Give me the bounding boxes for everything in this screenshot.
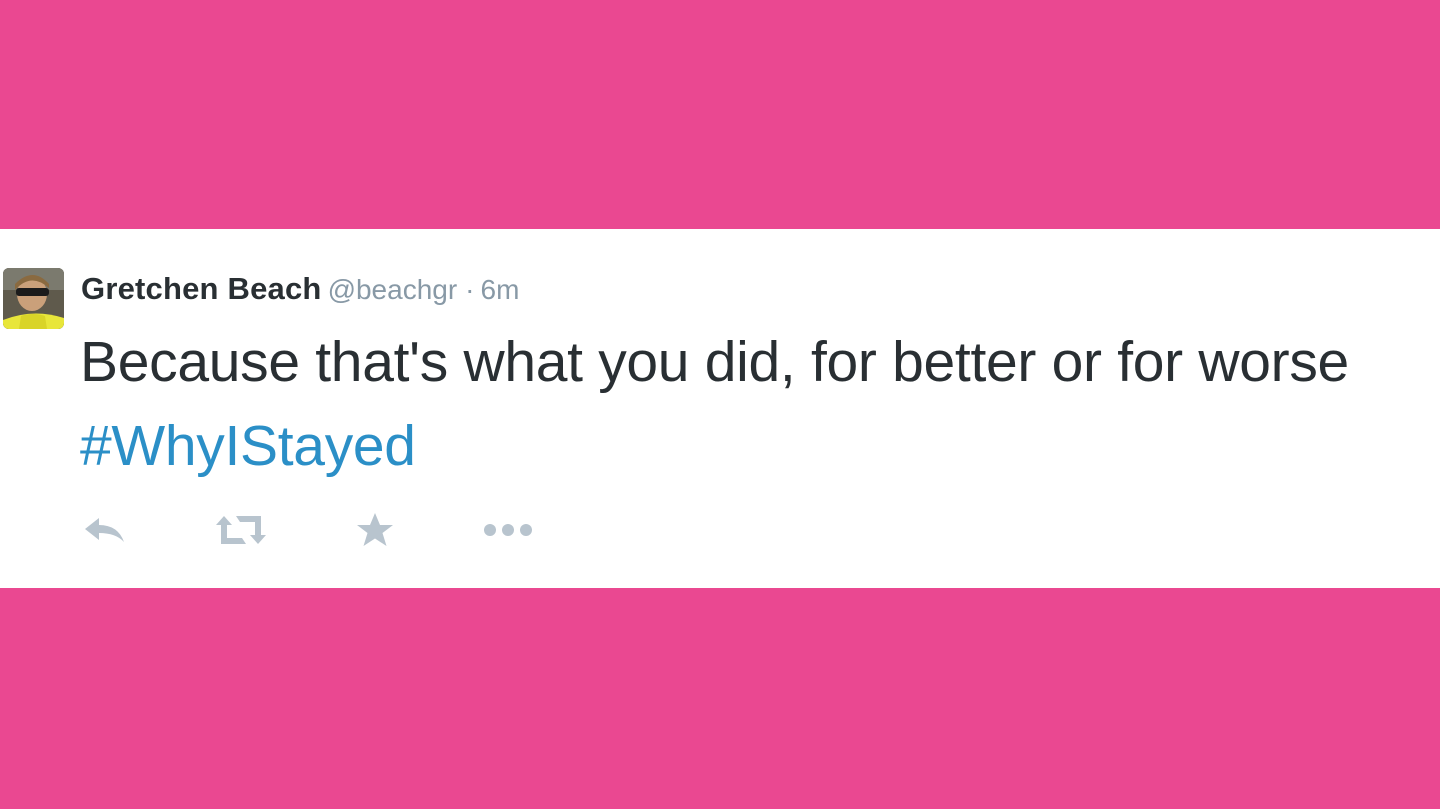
avatar-photo [3,268,64,329]
user-avatar[interactable] [3,268,64,329]
author-name[interactable]: Gretchen Beach [81,271,322,306]
reply-icon [85,518,124,542]
hashtag-link[interactable]: #WhyIStayed [80,414,416,478]
favorite-button[interactable] [355,510,395,550]
tweet-body: Because that's what you did, for better … [80,330,1349,394]
pink-background-bottom [0,588,1440,809]
tweet-text: Because that's what you did, for better … [80,320,1430,488]
tweet-header: Gretchen Beach @beachgr · 6m [81,269,519,315]
author-handle[interactable]: @beachgr [328,274,458,305]
retweet-icon [216,516,266,544]
retweet-button[interactable] [213,510,269,550]
more-dots-icon [484,524,532,536]
star-icon [357,513,393,546]
separator-dot: · [465,274,475,305]
more-button[interactable] [482,510,536,550]
pink-background-top [0,0,1440,229]
reply-button[interactable] [82,510,128,550]
tweet-timestamp[interactable]: 6m [481,274,520,305]
